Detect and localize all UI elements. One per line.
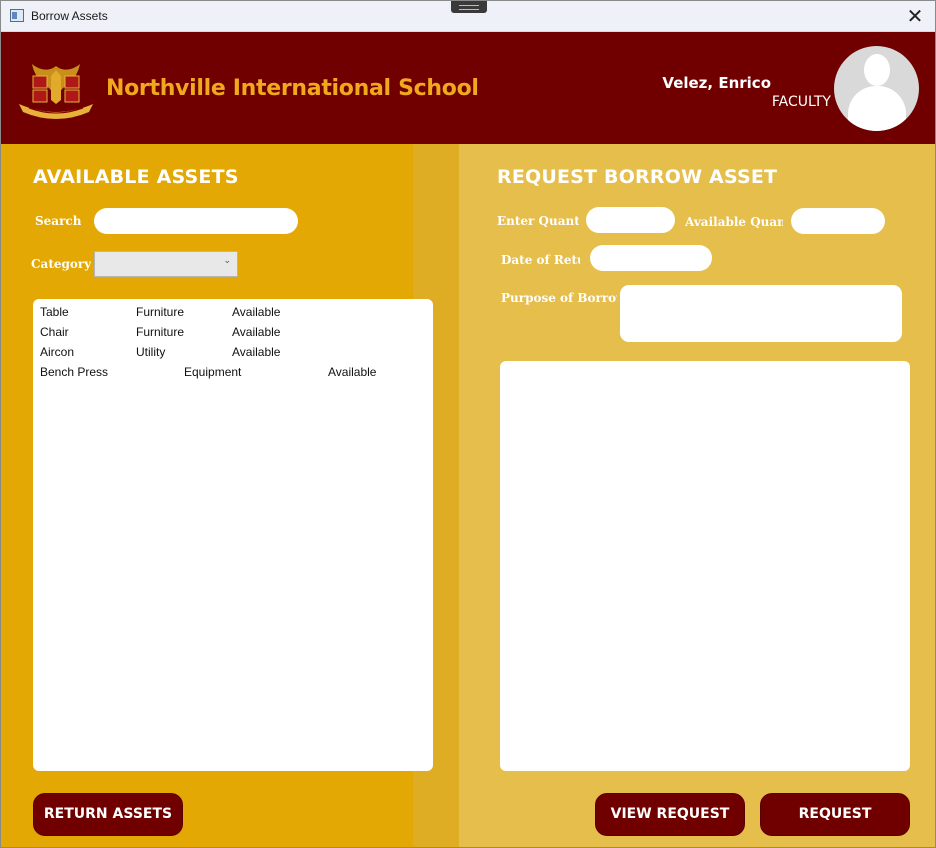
request-borrow-title: REQUEST BORROW ASSET [497,166,778,188]
asset-category: Equipment [184,365,242,379]
search-input[interactable] [94,208,298,234]
close-button[interactable]: ✕ [895,1,935,31]
school-name: Northville International School [106,76,479,101]
asset-name: Chair [40,325,69,339]
available-quantity-field[interactable] [791,208,885,234]
asset-status: Available [232,345,281,359]
return-assets-button[interactable]: RETURN ASSETS [33,793,183,836]
list-item[interactable]: Table Furniture Available [40,305,430,325]
list-item[interactable]: Chair Furniture Available [40,325,430,345]
category-dropdown[interactable]: ⌄ [94,251,238,277]
borrow-assets-window: Borrow Assets ✕ Northville International… [0,0,936,848]
purpose-textarea[interactable] [620,285,902,342]
purpose-label: Purpose of Borrowing [501,291,617,305]
asset-category: Utility [136,345,166,359]
window-title: Borrow Assets [31,9,108,23]
title-bar: Borrow Assets ✕ [1,1,935,32]
asset-name: Aircon [40,345,75,359]
avatar-head-shape [864,54,890,86]
view-request-button[interactable]: VIEW REQUEST [595,793,745,836]
available-quantity-label: Available Quantity [685,215,783,229]
quantity-input[interactable] [586,207,675,233]
drag-handle[interactable] [451,1,487,13]
asset-status: Available [232,305,281,319]
asset-status: Available [328,365,377,379]
user-name: Velez, Enrico [662,74,771,92]
available-assets-title: AVAILABLE ASSETS [33,166,239,188]
user-avatar-icon[interactable] [834,46,919,131]
category-label: Category [31,257,92,271]
return-date-label: Date of Return [501,253,580,267]
user-role: FACULTY [771,94,831,110]
asset-category: Furniture [136,305,185,319]
list-item[interactable]: Bench Press Equipment Available [40,365,430,385]
assets-list[interactable]: Table Furniture Available Chair Furnitur… [33,299,433,771]
header-banner: Northville International School Velez, E… [1,32,935,144]
return-date-input[interactable] [590,245,712,271]
avatar-body-shape [848,86,906,131]
asset-status: Available [232,325,281,339]
school-crest-icon [19,64,93,119]
search-label: Search [35,214,82,228]
app-window-icon [10,9,24,22]
request-list[interactable] [500,361,910,771]
asset-category: Furniture [136,325,185,339]
enter-quantity-label: Enter Quantity [497,214,579,228]
request-borrow-button[interactable]: REQUEST BORROW [760,793,910,836]
list-item[interactable]: Aircon Utility Available [40,345,430,365]
chevron-down-icon: ⌄ [223,256,231,266]
asset-name: Bench Press [40,365,109,379]
asset-name: Table [40,305,69,319]
